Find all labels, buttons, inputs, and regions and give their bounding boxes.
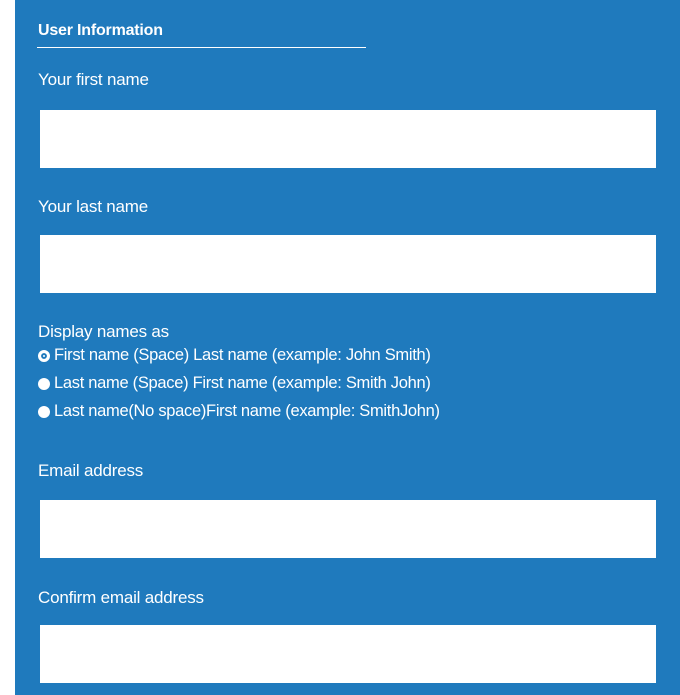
last-name-input[interactable] [40, 235, 656, 293]
radio-label: Last name(No space)First name (example: … [54, 402, 440, 420]
confirm-email-label: Confirm email address [38, 588, 204, 607]
display-option-first-last[interactable]: First name (Space) Last name (example: J… [38, 346, 431, 365]
section-title: User Information [38, 22, 163, 39]
email-label: Email address [38, 461, 144, 480]
first-name-label: Your first name [38, 70, 149, 89]
display-option-last-first-nospace[interactable]: Last name(No space)First name (example: … [38, 402, 440, 421]
radio-label: First name (Space) Last name (example: J… [54, 346, 431, 364]
radio-unselected-icon[interactable] [38, 377, 50, 390]
last-name-label: Your last name [38, 197, 148, 216]
radio-selected-icon[interactable] [38, 349, 50, 362]
email-input[interactable] [40, 500, 656, 558]
first-name-input[interactable] [40, 110, 656, 168]
display-option-last-first[interactable]: Last name (Space) First name (example: S… [38, 374, 431, 393]
radio-unselected-icon[interactable] [38, 405, 50, 418]
user-information-panel: User Information Your first name Your la… [15, 0, 680, 695]
confirm-email-input[interactable] [40, 625, 656, 683]
display-names-label: Display names as [38, 322, 169, 341]
section-divider [37, 47, 366, 48]
radio-label: Last name (Space) First name (example: S… [54, 374, 431, 392]
